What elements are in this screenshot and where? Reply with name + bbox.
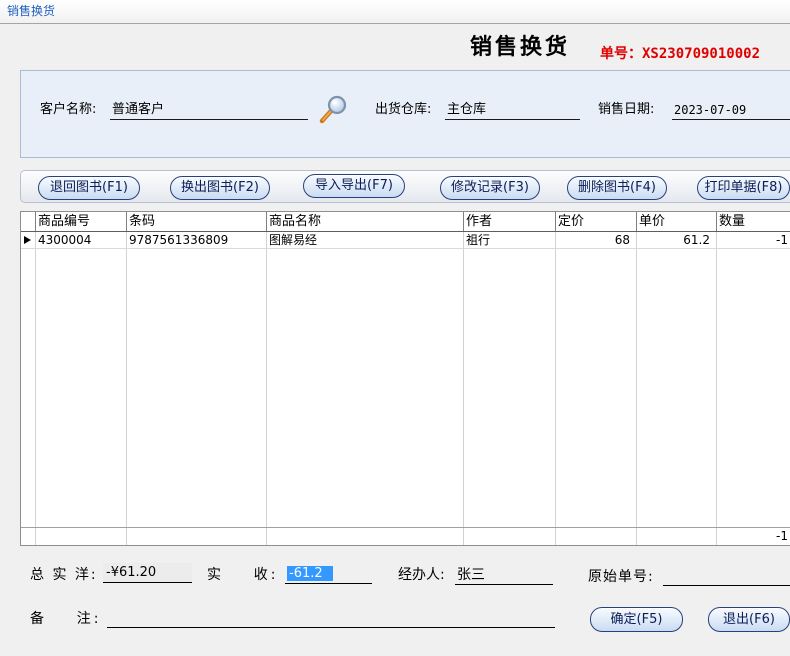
edit-records-button[interactable]: 修改记录(F3)	[440, 176, 540, 200]
cell-quantity[interactable]: -1	[717, 232, 790, 248]
column-resize-handle[interactable]	[35, 212, 36, 231]
print-receipt-button[interactable]: 打印单据(F8)	[697, 176, 790, 200]
column-divider	[126, 232, 127, 545]
remark-input[interactable]	[107, 608, 555, 628]
row-indicator-cell	[21, 232, 35, 248]
remark-label: 备 注:	[30, 611, 102, 627]
column-divider	[266, 232, 267, 545]
customer-field[interactable]: 普通客户	[110, 101, 308, 120]
order-number: 单号：XS230709010002	[600, 44, 766, 63]
exit-button[interactable]: 退出(F6)	[708, 607, 790, 632]
warehouse-field[interactable]: 主仓库	[445, 101, 580, 120]
goods-grid[interactable]: 商品编号 条码 商品名称 作者 定价 单价 数量 4300004 9787561…	[20, 211, 790, 546]
column-divider	[555, 232, 556, 545]
window-title: 销售换货	[7, 4, 56, 18]
column-header-unit-price[interactable]: 单价	[637, 212, 716, 231]
action-toolbar: 退回图书(F1) 换出图书(F2) 导入导出(F7) 修改记录(F3) 删除图书…	[20, 170, 790, 203]
column-resize-handle[interactable]	[126, 212, 127, 231]
footer-quantity-total: -1	[776, 529, 788, 543]
confirm-button[interactable]: 确定(F5)	[590, 607, 683, 632]
cell-list-price[interactable]: 68	[556, 232, 636, 248]
exchange-out-books-button[interactable]: 换出图书(F2)	[170, 176, 270, 200]
column-resize-handle[interactable]	[716, 212, 717, 231]
original-order-label: 原始单号:	[588, 569, 654, 585]
column-header-barcode[interactable]: 条码	[127, 212, 266, 231]
grid-header-row: 商品编号 条码 商品名称 作者 定价 单价 数量	[21, 212, 790, 232]
handler-field[interactable]: 张三	[455, 565, 553, 585]
cell-author[interactable]: 祖行	[464, 232, 555, 248]
order-number-value: XS230709010002	[642, 46, 761, 62]
received-selected-text[interactable]: -61.2	[287, 566, 333, 581]
table-row[interactable]: 4300004 9787561336809 图解易经 祖行 68 61.2 -1	[21, 232, 790, 249]
import-export-button[interactable]: 导入导出(F7)	[303, 174, 405, 198]
column-header-list-price[interactable]: 定价	[556, 212, 636, 231]
cell-barcode[interactable]: 9787561336809	[127, 232, 266, 248]
customer-panel: 客户名称: 普通客户 出货仓库: 主仓库 销售日期: 2023-07-09	[20, 70, 790, 158]
column-header-product-name[interactable]: 商品名称	[267, 212, 463, 231]
column-resize-handle[interactable]	[636, 212, 637, 231]
sale-date-label: 销售日期:	[598, 102, 655, 117]
column-header-product-code[interactable]: 商品编号	[36, 212, 126, 231]
search-icon[interactable]	[318, 94, 348, 124]
warehouse-label: 出货仓库:	[375, 102, 432, 117]
received-label: 实 收:	[207, 567, 279, 583]
customer-label: 客户名称:	[40, 102, 97, 117]
column-divider	[463, 232, 464, 545]
column-resize-handle[interactable]	[266, 212, 267, 231]
total-amount-label: 总 实 洋:	[30, 567, 98, 583]
cell-unit-price[interactable]: 61.2	[637, 232, 716, 248]
cell-product-name[interactable]: 图解易经	[267, 232, 463, 248]
column-divider	[716, 232, 717, 545]
column-divider	[636, 232, 637, 545]
cell-product-code[interactable]: 4300004	[36, 232, 126, 248]
window-title-bar[interactable]: 销售换货	[0, 0, 790, 24]
column-resize-handle[interactable]	[555, 212, 556, 231]
page-title: 销售换货	[470, 34, 571, 60]
return-books-button[interactable]: 退回图书(F1)	[38, 176, 140, 200]
column-header-author[interactable]: 作者	[464, 212, 555, 231]
sale-date-field[interactable]: 2023-07-09	[672, 101, 790, 120]
column-header-indicator	[21, 212, 35, 231]
total-amount-field: -¥61.20	[103, 563, 192, 583]
column-header-quantity[interactable]: 数量	[717, 212, 790, 231]
delete-books-button[interactable]: 删除图书(F4)	[567, 176, 667, 200]
current-row-indicator-icon	[24, 236, 31, 244]
order-number-label: 单号：	[600, 46, 642, 62]
grid-footer-row: -1	[21, 527, 790, 545]
original-order-input[interactable]	[663, 566, 790, 586]
column-divider	[35, 232, 36, 545]
received-input[interactable]: -61.2	[285, 564, 372, 584]
column-resize-handle[interactable]	[463, 212, 464, 231]
handler-label: 经办人:	[398, 567, 445, 583]
